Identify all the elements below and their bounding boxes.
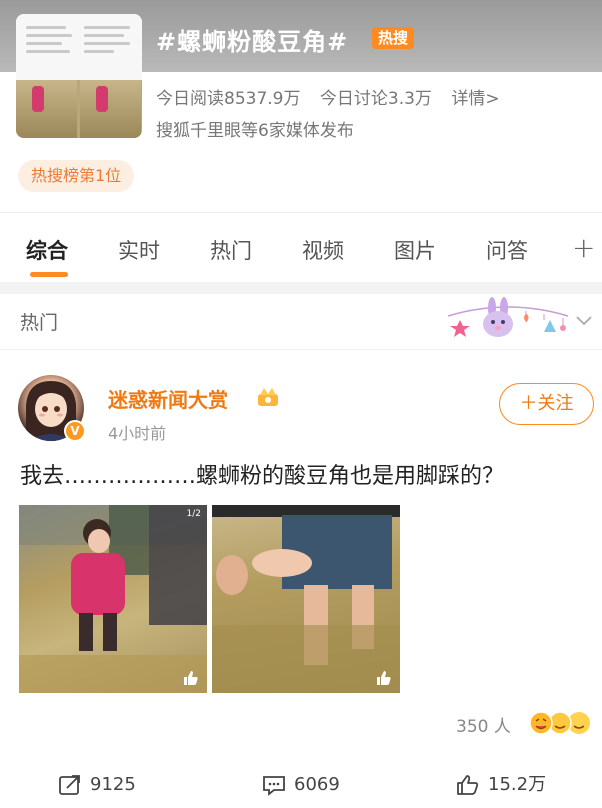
- tab-video[interactable]: 视频: [302, 235, 344, 265]
- like-overlay-icon: [184, 671, 198, 685]
- thumbnail-screenshot: [16, 14, 142, 80]
- comment-icon: [263, 776, 285, 796]
- active-tab-indicator: [30, 272, 68, 277]
- share-count: 9125: [90, 774, 136, 795]
- tab-realtime[interactable]: 实时: [118, 235, 160, 265]
- topic-thumbnail[interactable]: [16, 14, 142, 138]
- topic-title: #螺蛳粉酸豆角#: [156, 28, 349, 56]
- share-icon: [59, 775, 80, 795]
- post-time: 4小时前: [108, 424, 167, 443]
- like-overlay-icon: [377, 671, 391, 685]
- read-count: 今日阅读8537.9万: [156, 89, 301, 109]
- tab-hot[interactable]: 热门: [210, 235, 252, 265]
- post-image-2[interactable]: [212, 505, 400, 693]
- reaction-count[interactable]: 350 人: [456, 712, 511, 737]
- tab-comprehensive[interactable]: 综合: [26, 235, 68, 265]
- thumbnail-photos: [16, 80, 142, 138]
- details-link[interactable]: 详情>: [451, 89, 499, 109]
- author-name[interactable]: 迷惑新闻大赏: [108, 384, 228, 413]
- add-tab-icon[interactable]: +: [572, 231, 595, 264]
- comment-count: 6069: [294, 774, 340, 795]
- tab-qa[interactable]: 问答: [486, 235, 528, 265]
- section-title: 热门: [20, 312, 59, 334]
- image-counter: 1/2: [186, 509, 201, 519]
- tab-images[interactable]: 图片: [394, 235, 436, 265]
- section-header: 热门: [0, 294, 602, 350]
- post-text: 我去………………螺蛳粉的酸豆角也是用脚踩的？: [20, 464, 505, 489]
- like-count: 15.2万: [488, 774, 547, 795]
- publisher-line: 搜狐千里眼等6家媒体发布: [156, 121, 354, 141]
- section-divider: [0, 282, 602, 294]
- hot-tag-badge: 热搜: [372, 27, 415, 49]
- reaction-emoji-icon[interactable]: [527, 709, 593, 737]
- tab-bar: 综合 实时 热门 视频 图片 问答 +: [0, 212, 602, 282]
- chevron-down-icon[interactable]: [574, 310, 594, 330]
- rank-chip[interactable]: 热搜榜第1位: [18, 160, 135, 192]
- thumbs-up-icon: [457, 775, 479, 795]
- topic-stats: 今日阅读8537.9万 今日讨论3.3万 详情>: [156, 84, 514, 109]
- post-image-1[interactable]: 1/2: [19, 505, 207, 693]
- topic-header: #螺蛳粉酸豆角# 热搜 今日阅读8537.9万 今日讨论3.3万 详情> 搜狐千…: [0, 0, 602, 212]
- verified-badge-icon: V: [64, 420, 86, 442]
- crown-badge-icon: [258, 388, 278, 406]
- discuss-count: 今日讨论3.3万: [319, 89, 432, 109]
- follow-button[interactable]: ＋关注: [499, 383, 594, 425]
- bunny-decoration-icon: [447, 297, 569, 337]
